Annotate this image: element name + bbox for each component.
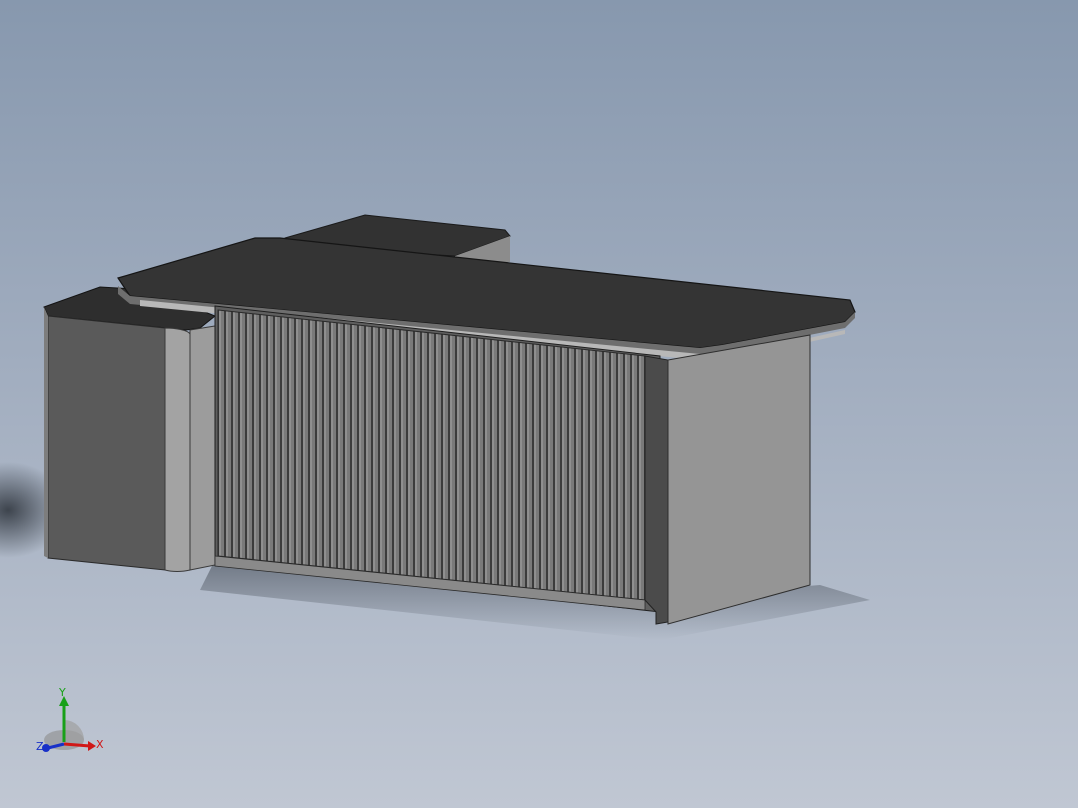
desk-model[interactable] [0, 0, 1078, 808]
graphics-viewport[interactable]: Y X Z [0, 0, 1078, 808]
left-pedestal-edge [44, 307, 48, 558]
slatted-panel [217, 309, 646, 601]
left-pedestal-side [164, 327, 191, 572]
right-pedestal-inner-edge [644, 355, 669, 625]
x-axis-label: X [96, 738, 104, 751]
z-axis-label: Z [36, 740, 44, 753]
coordinate-triad: Y X Z [36, 686, 104, 753]
triad-quarter [64, 720, 84, 740]
x-axis-arrow [88, 741, 96, 751]
left-pedestal-back-side [189, 325, 216, 571]
y-axis-label: Y [58, 686, 66, 699]
right-pedestal-side [667, 334, 811, 625]
left-pedestal-front [47, 315, 166, 571]
